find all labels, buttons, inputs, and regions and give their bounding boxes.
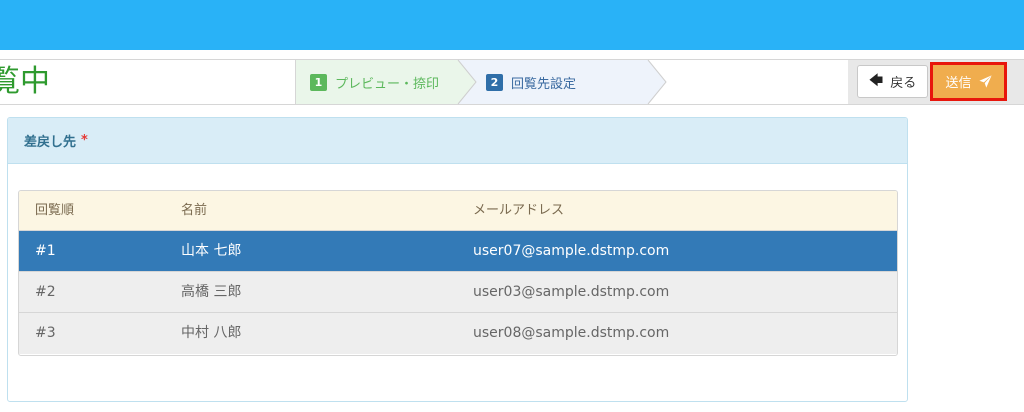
back-button[interactable]: 🡄 戻る	[857, 65, 928, 98]
row-order: #2	[35, 284, 56, 300]
table-header-row: 回覧順 名前 メールアドレス	[19, 191, 897, 231]
page-title: 覧中	[0, 64, 50, 99]
top-nav-bar	[0, 0, 1024, 50]
step-number-1: 1	[310, 73, 327, 91]
back-button-label: 戻る	[890, 76, 917, 91]
row-order: #3	[35, 325, 56, 341]
step-wizard: 1 プレビュー・捺印 2 回覧先設定	[296, 59, 848, 105]
arrow-left-icon: 🡄	[868, 72, 884, 89]
column-header-email: メールアドレス	[473, 203, 565, 218]
recipient-table: 回覧順 名前 メールアドレス #1 山本 七郎 user07@sample.ds…	[18, 190, 898, 356]
required-mark: *	[81, 133, 88, 148]
panel-header: 差戻し先 *	[8, 118, 907, 164]
step-label-2: 回覧先設定	[511, 76, 577, 92]
header-row: 覧中 1 プレビュー・捺印 2 回覧先設定 🡄 戻る 送信	[0, 59, 1024, 106]
column-header-order: 回覧順	[35, 203, 75, 218]
action-area: 🡄 戻る 送信	[848, 59, 1024, 105]
row-name: 高橋 三郎	[181, 284, 242, 300]
table-row[interactable]: #2 高橋 三郎 user03@sample.dstmp.com	[19, 272, 897, 313]
step-circulation-settings[interactable]: 2 回覧先設定	[486, 60, 576, 104]
step-label-1: プレビュー・捺印	[335, 76, 440, 92]
title-box: 覧中	[0, 59, 296, 105]
row-email: user08@sample.dstmp.com	[473, 325, 670, 341]
table-row[interactable]: #3 中村 八郎 user08@sample.dstmp.com	[19, 313, 897, 354]
send-button[interactable]: 送信	[930, 62, 1007, 101]
row-email: user03@sample.dstmp.com	[473, 284, 670, 300]
row-name: 山本 七郎	[181, 243, 242, 259]
table-row[interactable]: #1 山本 七郎 user07@sample.dstmp.com	[19, 231, 897, 272]
panel-title: 差戻し先	[24, 135, 77, 150]
row-email: user07@sample.dstmp.com	[473, 243, 670, 259]
send-button-label: 送信	[945, 76, 972, 91]
column-header-name: 名前	[181, 203, 208, 218]
step-number-2: 2	[486, 73, 503, 91]
return-destination-panel: 差戻し先 * 回覧順 名前 メールアドレス #1 山本 七郎 user07@sa…	[7, 117, 908, 402]
row-order: #1	[35, 243, 56, 259]
row-name: 中村 八郎	[181, 325, 242, 341]
step-preview-seal[interactable]: 1 プレビュー・捺印	[310, 60, 439, 104]
paper-plane-icon	[978, 75, 992, 88]
